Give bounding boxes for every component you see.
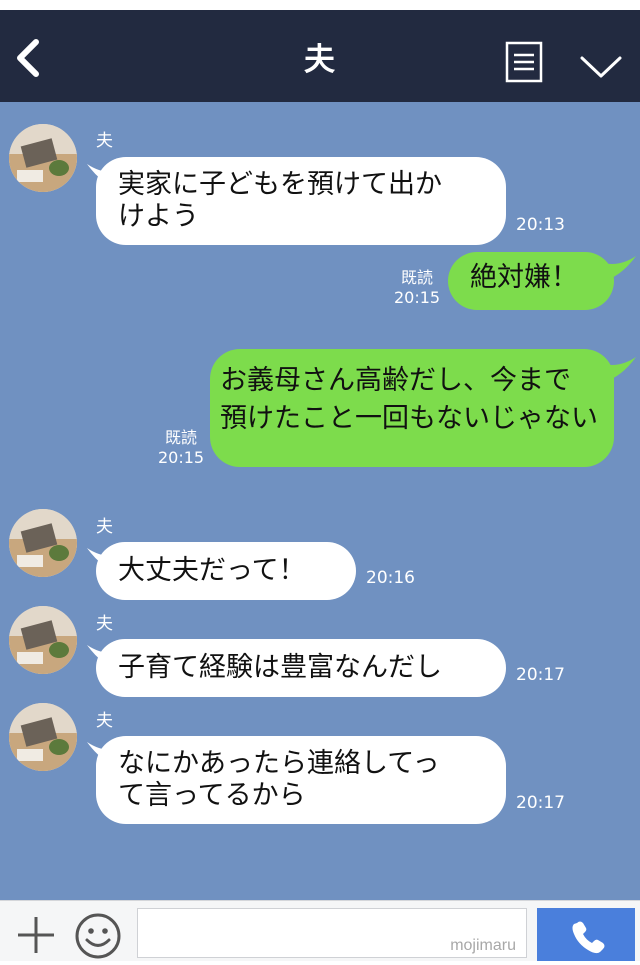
menu-button[interactable] [505, 41, 543, 83]
avatar-photo-icon [9, 509, 77, 577]
message-time: 20:15 [394, 288, 441, 307]
message-bubble[interactable]: 大丈夫だって！ [96, 542, 356, 600]
sender-name: 夫 [96, 131, 113, 151]
sender-name: 夫 [96, 711, 113, 731]
message-bubble[interactable]: なにかあったら連絡してっ て言ってるから [96, 736, 506, 824]
message-line: なにかあったら連絡してっ [118, 748, 440, 779]
avatar[interactable] [9, 509, 77, 577]
add-button[interactable] [14, 913, 58, 957]
message-time: 20:15 [158, 448, 205, 467]
avatar-photo-icon [9, 606, 77, 674]
chat-title: 夫 [304, 42, 336, 78]
message-line: お義母さん高齢だし、今まで [220, 365, 571, 396]
sender-name: 夫 [96, 517, 113, 537]
emoji-button[interactable] [73, 911, 123, 961]
call-button[interactable] [537, 908, 635, 961]
message-bubble[interactable]: 子育て経験は豊富なんだし [96, 639, 506, 697]
avatar[interactable] [9, 703, 77, 771]
header-bar: 夫 [0, 10, 640, 102]
message-bubble[interactable]: 絶対嫌！ [448, 252, 614, 310]
message-line: けよう [118, 201, 199, 232]
message-bubble[interactable]: お義母さん高齢だし、今まで 預けたこと一回もないじゃない [210, 349, 614, 467]
emoji-icon [75, 913, 121, 959]
message-line: て言ってるから [118, 780, 306, 811]
message-line: 子育て経験は豊富なんだし [118, 652, 442, 683]
read-receipt: 既読 20:15 [158, 428, 204, 468]
message-time: 20:17 [516, 665, 565, 685]
read-label: 既読 [401, 268, 434, 287]
avatar-photo-icon [9, 703, 77, 771]
avatar[interactable] [9, 606, 77, 674]
message-time: 20:13 [516, 215, 565, 235]
message-line: 大丈夫だって！ [118, 555, 306, 586]
chevron-down-icon [580, 56, 622, 78]
message-line: 絶対嫌！ [470, 262, 578, 293]
avatar[interactable] [9, 124, 77, 192]
menu-icon [505, 41, 543, 83]
phone-icon [572, 921, 605, 954]
read-label: 既読 [165, 428, 198, 447]
plus-icon [18, 917, 54, 953]
chat-area[interactable]: 夫 実家に子どもを預けて出か けよう 20:13 既読 20:15 絶対嫌！ 既… [0, 102, 640, 900]
message-line: 実家に子どもを預けて出か [118, 169, 442, 200]
sender-name: 夫 [96, 614, 113, 634]
message-line: 預けたこと一回もないじゃない [220, 403, 598, 434]
message-time: 20:17 [516, 793, 565, 813]
watermark-text: mojimaru [450, 937, 516, 954]
avatar-photo-icon [9, 124, 77, 192]
message-input[interactable]: mojimaru [137, 908, 527, 958]
chevron-down-button[interactable] [578, 52, 624, 82]
message-time: 20:16 [366, 568, 415, 588]
message-bubble[interactable]: 実家に子どもを預けて出か けよう [96, 157, 506, 245]
input-bar: mojimaru [0, 900, 640, 961]
read-receipt: 既読 20:15 [394, 268, 440, 308]
